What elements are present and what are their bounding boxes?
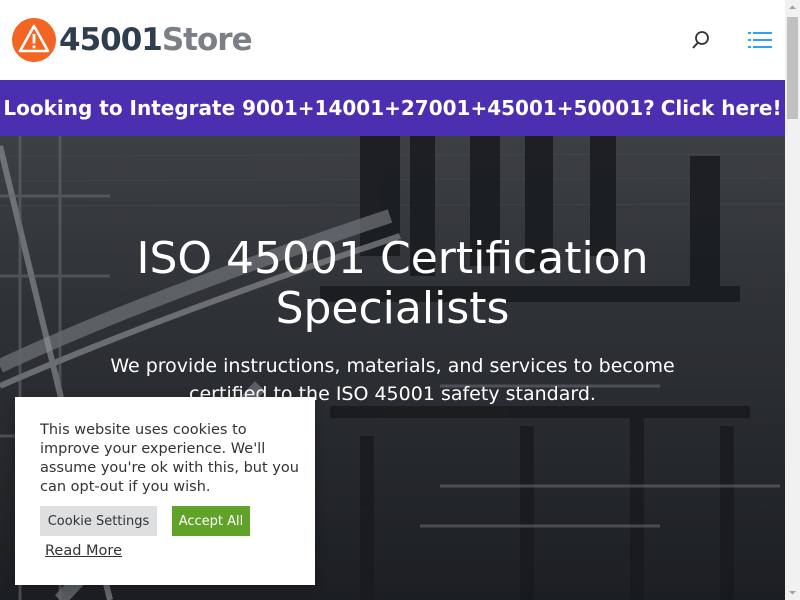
scroll-up-arrow-icon[interactable] xyxy=(785,0,800,15)
scrollbar-thumb[interactable] xyxy=(787,17,798,119)
search-icon[interactable] xyxy=(690,29,712,51)
logo-wordmark: 45001Store xyxy=(59,18,253,62)
cookie-message: This website uses cookies to improve you… xyxy=(40,422,299,495)
page-scrollbar[interactable] xyxy=(785,0,800,600)
hero-title-line2: Specialists xyxy=(275,283,510,334)
banner-text: Looking to Integrate 9001+14001+27001+45… xyxy=(3,96,655,120)
site-logo[interactable]: 45001Store xyxy=(12,18,253,62)
hero-title-line1: ISO 45001 Certification xyxy=(136,233,649,284)
banner-cta-link[interactable]: Click here! xyxy=(661,96,782,120)
logo-number: 45001 xyxy=(59,22,163,58)
accept-all-button[interactable]: Accept All xyxy=(172,506,250,536)
read-more-link[interactable]: Read More xyxy=(45,543,122,559)
cookie-settings-button[interactable]: Cookie Settings xyxy=(40,506,157,536)
warning-icon xyxy=(12,18,56,62)
logo-word: Store xyxy=(161,22,253,58)
hamburger-menu-icon[interactable] xyxy=(748,30,772,50)
integration-banner[interactable]: Looking to Integrate 9001+14001+27001+45… xyxy=(0,80,785,136)
scroll-down-arrow-icon[interactable] xyxy=(785,585,800,600)
site-header: 45001Store xyxy=(0,0,785,80)
cookie-consent-dialog: This website uses cookies to improve you… xyxy=(15,397,315,585)
hero-title: ISO 45001 Certification Specialists xyxy=(0,234,785,334)
